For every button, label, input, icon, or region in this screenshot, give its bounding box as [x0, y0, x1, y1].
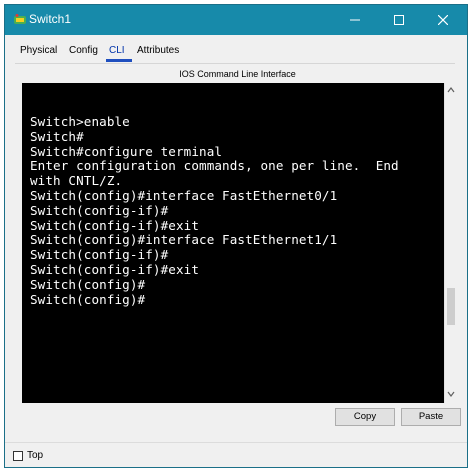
- tab-attributes[interactable]: Attributes: [133, 45, 183, 56]
- tab-physical[interactable]: Physical: [16, 45, 61, 56]
- top-checkbox-label: Top: [27, 450, 44, 461]
- terminal-line: with CNTL/Z.: [30, 173, 123, 189]
- terminal-scrollbar[interactable]: [444, 83, 457, 403]
- scroll-up-icon: [447, 87, 455, 93]
- close-icon: [438, 15, 448, 25]
- terminal-line: Switch(config-if)#: [30, 202, 169, 218]
- paste-button[interactable]: Paste: [401, 408, 461, 426]
- window-title: Switch1: [29, 12, 72, 26]
- minimize-icon: [350, 19, 360, 21]
- maximize-button[interactable]: [377, 5, 421, 35]
- terminal-line: Switch(config)#: [30, 291, 146, 307]
- terminal-line: Switch(config)#interface FastEthernet1/1: [30, 232, 338, 248]
- terminal-line: Switch(config)#interface FastEthernet0/1: [30, 187, 338, 203]
- top-checkbox[interactable]: [13, 451, 23, 461]
- tab-config[interactable]: Config: [65, 45, 102, 56]
- terminal-line: Switch(config-if)#exit: [30, 261, 200, 277]
- terminal-line: Switch#: [30, 128, 84, 144]
- copy-button[interactable]: Copy: [335, 408, 395, 426]
- tab-bar: Physical Config CLI Attributes: [5, 42, 467, 62]
- terminal-line: Switch(config-if)#: [30, 247, 169, 263]
- switch-app-icon: [13, 13, 27, 27]
- scroll-thumb[interactable]: [447, 288, 455, 325]
- close-button[interactable]: [421, 5, 465, 35]
- panel-title: IOS Command Line Interface: [179, 69, 296, 79]
- terminal-line: Enter configuration commands, one per li…: [30, 158, 399, 174]
- title-bar[interactable]: Switch1: [5, 5, 467, 35]
- tab-cli[interactable]: CLI: [105, 45, 129, 56]
- minimize-button[interactable]: [333, 5, 377, 35]
- footer-divider: [5, 442, 467, 443]
- terminal-line: Switch#configure terminal: [30, 143, 223, 159]
- active-tab-indicator: [106, 59, 132, 62]
- cli-terminal[interactable]: Switch>enable Switch# Switch#configure ter…: [22, 83, 444, 403]
- cli-panel: IOS Command Line Interface Switch>enable…: [15, 64, 461, 439]
- switch1-window: Switch1 Physical Config CLI Attributes I…: [4, 4, 468, 468]
- terminal-line: Switch>enable: [30, 114, 130, 129]
- terminal-line: Switch(config)#: [30, 276, 146, 292]
- terminal-line: Switch(config-if)#exit: [30, 217, 200, 233]
- maximize-icon: [394, 15, 404, 25]
- scroll-down-icon: [447, 391, 455, 397]
